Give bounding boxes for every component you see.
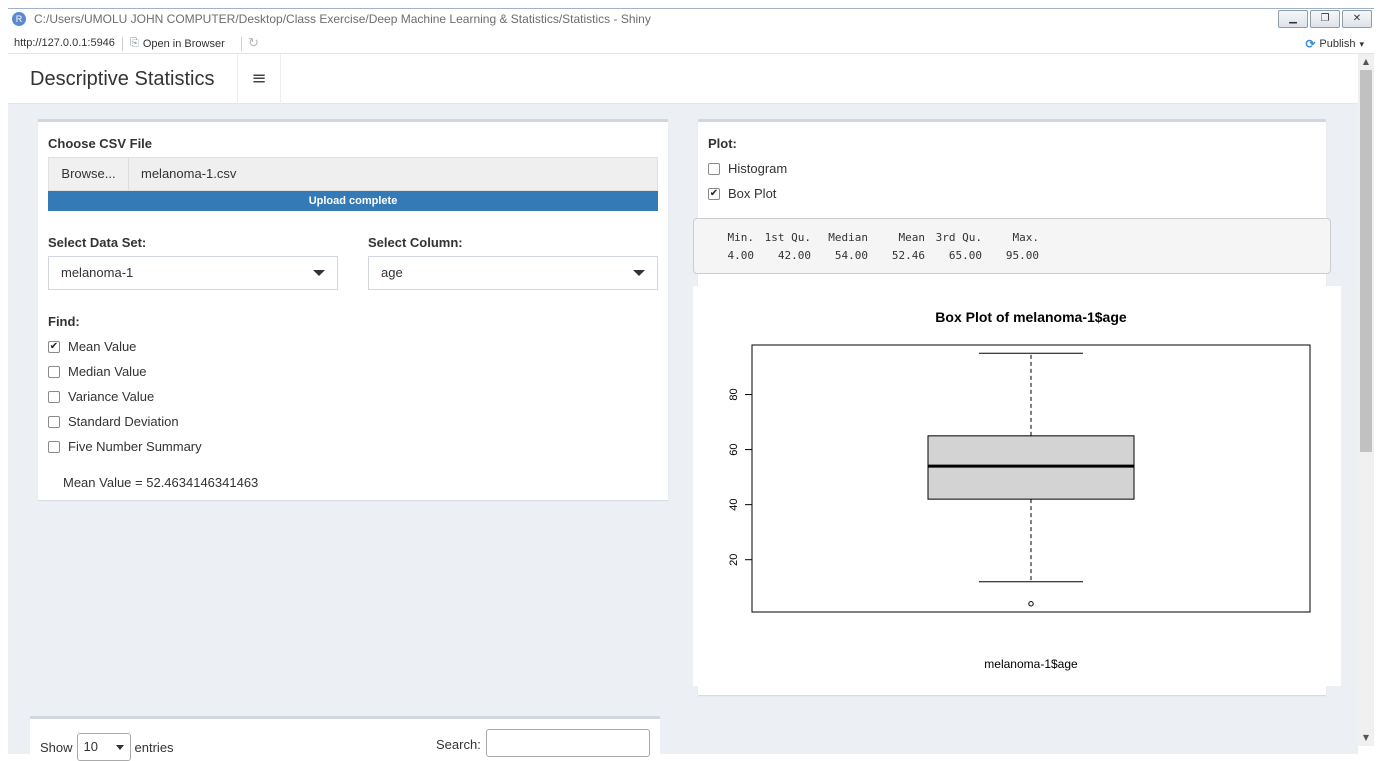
summary-header-cell: Max. xyxy=(1012,231,1040,244)
chart-title: Box Plot of melanoma-1$age xyxy=(935,309,1127,325)
summary-value-cell: 42.00 xyxy=(777,249,811,262)
window-controls: ▁ ❐ ✕ xyxy=(1278,10,1372,28)
dataset-select[interactable]: melanoma-1 xyxy=(48,256,338,290)
close-button[interactable]: ✕ xyxy=(1342,10,1372,28)
publish-label: Publish xyxy=(1319,38,1356,50)
option-label: Mean Value xyxy=(68,339,137,354)
search-input[interactable] xyxy=(486,729,650,757)
url-text[interactable]: http://127.0.0.1:5946 xyxy=(14,37,115,49)
data-table-box: Show 10 entries Search: xyxy=(30,716,660,761)
upload-progress-bar: Upload complete xyxy=(48,191,658,211)
y-tick-label: 20 xyxy=(728,554,740,566)
column-label: Select Column: xyxy=(368,235,463,250)
summary-header-cell: 3rd Qu. xyxy=(935,231,982,244)
checkbox-median[interactable] xyxy=(48,365,60,378)
publish-icon: ⟳ xyxy=(1305,37,1316,51)
column-select[interactable]: age xyxy=(368,256,658,290)
check-icon: ✔ xyxy=(709,187,719,199)
checkbox-mean[interactable]: ✔ xyxy=(48,340,60,353)
summary-value-cell: 65.00 xyxy=(948,249,982,262)
option-label: Variance Value xyxy=(68,389,155,404)
summary-header-cell: 1st Qu. xyxy=(764,231,811,244)
option-label: Median Value xyxy=(68,364,147,379)
find-label: Find: xyxy=(48,314,80,329)
option-label: Box Plot xyxy=(728,186,777,201)
open-in-browser-button[interactable]: ⎘ Open in Browser xyxy=(130,37,225,50)
dataset-label: Select Data Set: xyxy=(48,235,147,250)
app-header: Descriptive Statistics ≡ xyxy=(8,54,1358,104)
plot-option-boxplot[interactable]: ✔ Box Plot xyxy=(708,186,776,201)
summary-header-row: Min. 1st Qu. Median Mean 3rd Qu. Max. xyxy=(724,231,1040,244)
open-in-browser-label: Open in Browser xyxy=(142,37,225,50)
column-value: age xyxy=(381,265,403,280)
summary-header-cell: Min. xyxy=(727,231,755,244)
window-frame xyxy=(8,8,1374,9)
separator xyxy=(241,37,242,51)
summary-output: Min. 1st Qu. Median Mean 3rd Qu. Max. 4.… xyxy=(693,218,1331,274)
summary-value-cell: 4.00 xyxy=(727,249,755,262)
entries-label: entries xyxy=(134,739,174,755)
checkbox-five-number[interactable] xyxy=(48,440,60,453)
url-bar: http://127.0.0.1:5946 ⎘ Open in Browser … xyxy=(8,34,1374,54)
show-label: Show xyxy=(40,739,73,755)
window-titlebar: R C:/Users/UMOLU JOHN COMPUTER/Desktop/C… xyxy=(0,0,1382,34)
file-input[interactable]: Browse... melanoma-1.csv xyxy=(48,157,658,191)
scrollbar-thumb[interactable] xyxy=(1360,70,1372,452)
open-browser-icon: ⎘ xyxy=(130,37,139,49)
checkbox-boxplot[interactable]: ✔ xyxy=(708,187,720,200)
refresh-icon[interactable]: ↻ xyxy=(248,36,262,50)
chevron-down-icon xyxy=(633,270,645,276)
checkbox-variance[interactable] xyxy=(48,390,60,403)
check-icon: ✔ xyxy=(49,340,59,352)
checkbox-histogram[interactable] xyxy=(708,162,720,175)
entries-value: 10 xyxy=(83,739,98,754)
page-scrollbar[interactable]: ▲ ▼ xyxy=(1358,54,1374,746)
result-text: Mean Value = 52.4634146341463 xyxy=(63,475,259,490)
entries-select[interactable]: 10 xyxy=(76,733,131,761)
option-label: Five Number Summary xyxy=(68,439,202,454)
checkbox-sd[interactable] xyxy=(48,415,60,428)
app-title: Descriptive Statistics xyxy=(30,68,215,90)
search-label: Search: xyxy=(436,737,481,752)
plot-option-histogram[interactable]: Histogram xyxy=(708,161,787,176)
find-option-median[interactable]: Median Value xyxy=(48,364,147,379)
r-app-icon: R xyxy=(12,12,26,26)
restore-button[interactable]: ❐ xyxy=(1310,10,1340,28)
inputs-box: Choose CSV File Browse... melanoma-1.csv… xyxy=(38,119,668,500)
dataset-value: melanoma-1 xyxy=(61,265,134,280)
window-title: C:/Users/UMOLU JOHN COMPUTER/Desktop/Cla… xyxy=(34,12,651,26)
find-option-variance[interactable]: Variance Value xyxy=(48,389,154,404)
option-label: Standard Deviation xyxy=(68,414,179,429)
upload-progress-fill: Upload complete xyxy=(48,191,658,211)
show-entries-control: Show 10 entries xyxy=(40,733,174,761)
browse-button[interactable]: Browse... xyxy=(49,158,129,190)
plot-label: Plot: xyxy=(708,136,737,151)
scroll-down-icon[interactable]: ▼ xyxy=(1358,730,1374,746)
chevron-down-icon xyxy=(115,745,124,750)
summary-value-row: 4.00 42.00 54.00 52.46 65.00 95.00 xyxy=(724,249,1040,262)
sidebar-toggle-icon[interactable]: ≡ xyxy=(237,54,281,104)
x-axis-label: melanoma-1$age xyxy=(984,657,1078,671)
summary-value-cell: 54.00 xyxy=(834,249,868,262)
y-tick-label: 80 xyxy=(728,388,740,400)
minimize-button[interactable]: ▁ xyxy=(1278,10,1308,28)
option-label: Histogram xyxy=(728,161,788,176)
summary-value-cell: 95.00 xyxy=(1005,249,1039,262)
publish-caret-icon: ▾ xyxy=(1359,38,1364,49)
chevron-down-icon xyxy=(313,270,325,276)
y-tick-label: 40 xyxy=(728,499,740,511)
file-name-field: melanoma-1.csv xyxy=(141,166,237,181)
summary-header-cell: Median xyxy=(828,231,868,244)
file-input-label: Choose CSV File xyxy=(48,136,153,151)
scroll-up-icon[interactable]: ▲ xyxy=(1358,54,1374,70)
summary-header-cell: Mean xyxy=(898,231,926,244)
publish-button[interactable]: ⟳ Publish ▾ xyxy=(1305,37,1364,51)
y-tick-label: 60 xyxy=(728,443,740,455)
find-option-mean[interactable]: ✔ Mean Value xyxy=(48,339,136,354)
find-option-five-number[interactable]: Five Number Summary xyxy=(48,439,202,454)
find-option-sd[interactable]: Standard Deviation xyxy=(48,414,179,429)
separator xyxy=(122,37,123,51)
boxplot-chart: Box Plot of melanoma-1$age 20 40 60 80 mela… xyxy=(693,286,1341,686)
summary-value-cell: 52.46 xyxy=(891,249,925,262)
